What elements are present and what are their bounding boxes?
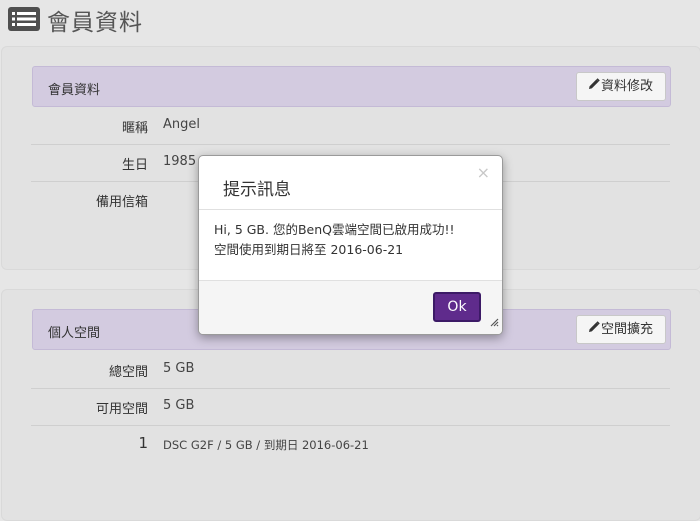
expand-space-button[interactable]: 空間擴充: [575, 315, 666, 344]
resize-handle-icon[interactable]: [490, 312, 499, 331]
total-space-label: 總空間: [108, 365, 148, 380]
pencil-icon: [588, 316, 600, 343]
nickname-label: 暱稱: [121, 121, 148, 136]
available-space-label: 可用空間: [95, 402, 148, 417]
space-plan-row: 1 DSC G2F / 5 GB / 到期日 2016-06-21: [31, 426, 670, 463]
birthday-value: 1985: [163, 154, 197, 169]
nickname-row: 暱稱 Angel: [31, 108, 670, 145]
pencil-icon: [588, 73, 600, 100]
profile-panel-header: 會員資料 資料修改: [32, 66, 671, 107]
birthday-label: 生日: [121, 158, 148, 173]
available-space-row: 可用空間 5 GB: [31, 389, 670, 426]
close-icon[interactable]: ×: [477, 165, 490, 181]
dialog-footer: Ok: [199, 280, 502, 334]
space-panel-title: 個人空間: [48, 326, 101, 341]
dialog-divider: [199, 209, 502, 210]
dialog-title: 提示訊息: [223, 180, 291, 200]
dialog-message: Hi, 5 GB. 您的BenQ雲端空間已啟用成功!! 空間使用到期日將至 20…: [214, 220, 455, 260]
space-plan-detail: DSC G2F / 5 GB / 到期日 2016-06-21: [163, 438, 369, 452]
backup-email-label: 備用信箱: [95, 195, 148, 210]
total-space-value: 5 GB: [163, 361, 195, 376]
page-title: 會員資料: [47, 10, 143, 36]
profile-panel-title: 會員資料: [48, 83, 101, 98]
list-icon: [8, 7, 40, 31]
expand-space-label: 空間擴充: [600, 322, 653, 337]
edit-profile-button[interactable]: 資料修改: [575, 72, 666, 101]
dialog-message-line-2: 空間使用到期日將至 2016-06-21: [214, 242, 404, 257]
notice-dialog: 提示訊息 × Hi, 5 GB. 您的BenQ雲端空間已啟用成功!! 空間使用到…: [198, 155, 503, 335]
total-space-row: 總空間 5 GB: [31, 352, 670, 389]
space-plan-index: 1: [138, 434, 148, 452]
ok-button[interactable]: Ok: [433, 292, 481, 322]
page-header: 會員資料: [0, 0, 700, 40]
available-space-value: 5 GB: [163, 398, 195, 413]
dialog-message-line-1: Hi, 5 GB. 您的BenQ雲端空間已啟用成功!!: [214, 222, 455, 237]
nickname-value: Angel: [163, 117, 200, 132]
edit-profile-label: 資料修改: [600, 79, 653, 94]
